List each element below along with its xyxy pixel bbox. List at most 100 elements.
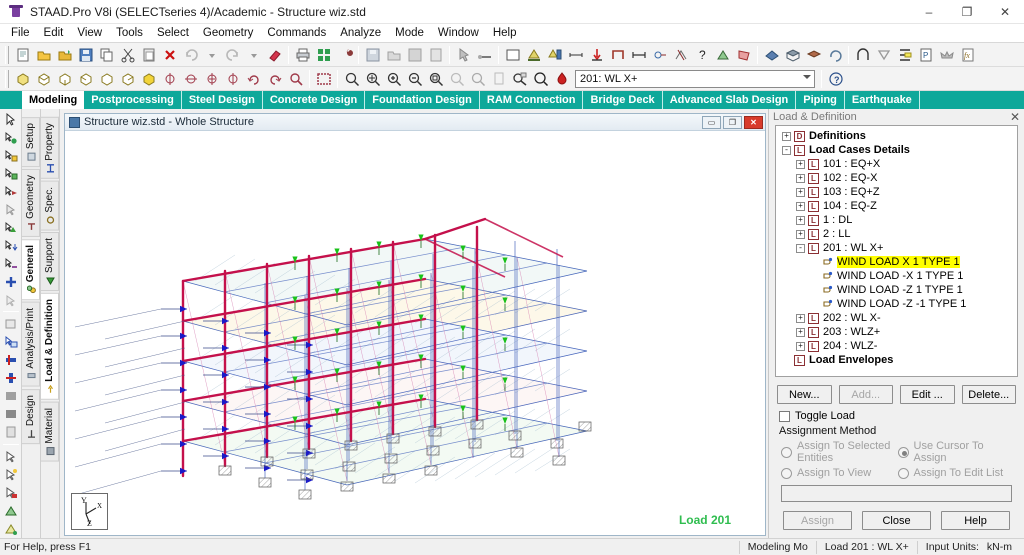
- open-recent-icon[interactable]: [54, 44, 75, 65]
- zoom-minus-icon[interactable]: [404, 68, 425, 89]
- pointer-cursor-icon[interactable]: [1, 111, 21, 129]
- bottom-view-icon[interactable]: [117, 68, 138, 89]
- new-button[interactable]: New...: [777, 385, 832, 404]
- tab-postprocessing[interactable]: Postprocessing: [84, 91, 182, 109]
- support-table-icon[interactable]: [544, 44, 565, 65]
- collapse-icon[interactable]: -: [796, 243, 805, 253]
- save-dim-icon[interactable]: [404, 44, 425, 65]
- fx-icon[interactable]: fx: [957, 44, 978, 65]
- select-window-icon[interactable]: [502, 44, 523, 65]
- plate-icon[interactable]: [733, 44, 754, 65]
- open-file-icon[interactable]: [33, 44, 54, 65]
- tree-item[interactable]: + L 204 : WLZ-: [778, 339, 1015, 353]
- expand-icon[interactable]: +: [796, 341, 805, 351]
- tree-item[interactable]: + D Definitions: [778, 129, 1015, 143]
- mesh-edit-icon[interactable]: [1, 520, 21, 538]
- tree-item[interactable]: + L 103 : EQ+Z: [778, 185, 1015, 199]
- plate-select-icon[interactable]: [1, 165, 21, 183]
- radio-assign-to-view[interactable]: Assign To View: [781, 467, 898, 479]
- undo-dropdown-icon[interactable]: [201, 44, 222, 65]
- zoom-selected-icon[interactable]: [425, 68, 446, 89]
- zoom-previous-icon[interactable]: [467, 68, 488, 89]
- expand-icon[interactable]: +: [796, 201, 805, 211]
- mesh-generate-icon[interactable]: [1, 502, 21, 520]
- radio-assign-to-selected-entities[interactable]: Assign To Selected Entities: [781, 440, 898, 464]
- render-view-icon[interactable]: [761, 44, 782, 65]
- iso-view-icon[interactable]: [12, 68, 33, 89]
- sidebar-item-analysis-print[interactable]: Analysis/Print: [22, 302, 40, 387]
- tree-item[interactable]: + L 2 : LL: [778, 227, 1015, 241]
- help-question-icon[interactable]: ?: [825, 68, 846, 89]
- load-select-icon[interactable]: [1, 237, 21, 255]
- structure-3d-viewport[interactable]: Load 201 Y X Z: [65, 131, 765, 535]
- expand-icon[interactable]: +: [796, 159, 805, 169]
- close-button[interactable]: Close: [862, 511, 931, 530]
- zoom-out-glass-icon[interactable]: [341, 68, 362, 89]
- sidebar-item-geometry[interactable]: Geometry: [22, 169, 40, 238]
- radio-use-cursor-to-assign[interactable]: Use Cursor To Assign: [897, 440, 1015, 464]
- child-close-button[interactable]: ✕: [744, 115, 763, 129]
- radio-circle[interactable]: [897, 446, 909, 458]
- child-restore-button[interactable]: ▭: [702, 115, 721, 129]
- shear-icon[interactable]: [873, 44, 894, 65]
- sidebar-item-general[interactable]: General: [22, 239, 40, 301]
- dimension-select-icon[interactable]: [1, 255, 21, 273]
- toggle-load-checkbox[interactable]: [779, 410, 790, 422]
- front-view-icon[interactable]: [33, 68, 54, 89]
- load-arrow-icon[interactable]: [586, 44, 607, 65]
- sidebar-item-load-definition[interactable]: Load & Definition: [41, 293, 59, 401]
- zoom-dynamic-icon[interactable]: [285, 68, 306, 89]
- menu-mode[interactable]: Mode: [388, 26, 431, 40]
- zoom-page-icon[interactable]: [488, 68, 509, 89]
- structure-diagram-icon[interactable]: [313, 44, 334, 65]
- open-dim-icon[interactable]: [383, 44, 404, 65]
- zoom-window-icon[interactable]: [313, 68, 334, 89]
- menu-help[interactable]: Help: [486, 26, 524, 40]
- redo-dropdown-icon[interactable]: [243, 44, 264, 65]
- active-load-case-combo[interactable]: 201: WL X+: [575, 69, 815, 88]
- menu-select[interactable]: Select: [150, 26, 196, 40]
- sidebar-item-support[interactable]: Support: [41, 232, 59, 292]
- spin-right-icon[interactable]: [264, 68, 285, 89]
- menu-view[interactable]: View: [70, 26, 109, 40]
- tab-bridge-deck[interactable]: Bridge Deck: [583, 91, 663, 109]
- delete-button[interactable]: Delete...: [961, 385, 1016, 404]
- sidebar-item-property[interactable]: Property: [41, 117, 59, 179]
- expand-icon[interactable]: +: [782, 131, 791, 141]
- expand-icon[interactable]: +: [796, 187, 805, 197]
- tree-item[interactable]: WIND LOAD -Z -1 TYPE 1: [778, 297, 1015, 311]
- sidebar-item-spec[interactable]: Spec.: [41, 180, 59, 231]
- magnifier-icon[interactable]: [530, 68, 551, 89]
- add-button[interactable]: Add...: [838, 385, 893, 404]
- maximize-button[interactable]: ❐: [948, 0, 986, 24]
- display-options-icon[interactable]: [551, 68, 572, 89]
- paste-view-icon[interactable]: [1, 333, 21, 351]
- expand-icon[interactable]: +: [796, 327, 805, 337]
- tab-advanced-slab-design[interactable]: Advanced Slab Design: [663, 91, 797, 109]
- menu-window[interactable]: Window: [431, 26, 486, 40]
- save-icon[interactable]: [75, 44, 96, 65]
- side-view-icon[interactable]: [75, 68, 96, 89]
- edit-button[interactable]: Edit ...: [900, 385, 955, 404]
- eraser-icon[interactable]: [264, 44, 285, 65]
- tab-piping[interactable]: Piping: [796, 91, 845, 109]
- edit-list-input[interactable]: [781, 485, 1012, 502]
- expand-icon[interactable]: +: [796, 215, 805, 225]
- zoom-extents-icon[interactable]: [362, 68, 383, 89]
- menu-analyze[interactable]: Analyze: [333, 26, 388, 40]
- radio-circle[interactable]: [781, 446, 792, 458]
- rotate-down-icon[interactable]: [180, 68, 201, 89]
- plate-fill-icon[interactable]: [1, 387, 21, 405]
- surface-icon[interactable]: [1, 423, 21, 441]
- expand-icon[interactable]: +: [796, 229, 805, 239]
- expand-icon[interactable]: +: [796, 173, 805, 183]
- tree-item[interactable]: + L 1 : DL: [778, 213, 1015, 227]
- bending-moment-icon[interactable]: [852, 44, 873, 65]
- spin-left-icon[interactable]: [243, 68, 264, 89]
- hide-entities-icon[interactable]: [1, 448, 21, 466]
- section-render-icon[interactable]: [803, 44, 824, 65]
- support-select-icon[interactable]: [1, 219, 21, 237]
- minimize-button[interactable]: –: [910, 0, 948, 24]
- tree-item[interactable]: WIND LOAD -X 1 TYPE 1: [778, 269, 1015, 283]
- rotate-right-icon[interactable]: [222, 68, 243, 89]
